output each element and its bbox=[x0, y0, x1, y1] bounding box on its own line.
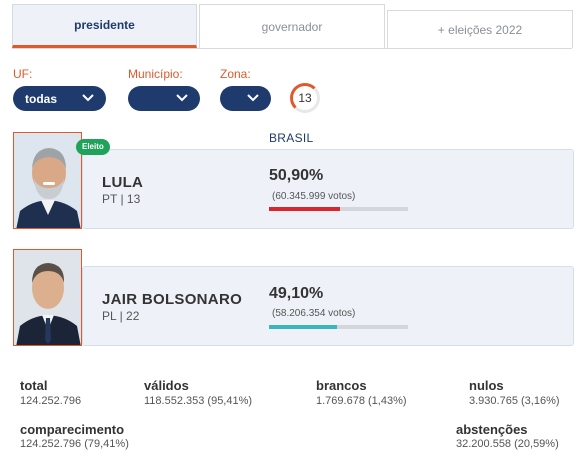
candidate-portrait-icon bbox=[14, 250, 81, 345]
countdown-value: 13 bbox=[298, 91, 312, 105]
tab-divider bbox=[12, 48, 572, 49]
stat-comparecimento-value: 124.252.796 (79,41%) bbox=[20, 438, 129, 450]
municipio-label: Município: bbox=[128, 67, 183, 81]
candidate-party-bolsonaro: PL | 22 bbox=[102, 309, 140, 323]
candidate-party-lula: PT | 13 bbox=[102, 192, 141, 206]
stat-brancos-label: brancos bbox=[316, 378, 367, 393]
tab-mais-eleicoes[interactable]: + eleições 2022 bbox=[387, 10, 573, 48]
stat-validos-value: 118.552.353 (95,41%) bbox=[144, 395, 253, 407]
vote-bar-track-bolsonaro bbox=[269, 325, 408, 329]
stat-validos-label: válidos bbox=[144, 378, 189, 393]
tab-presidente[interactable]: presidente bbox=[12, 4, 197, 48]
candidate-name-lula: LULA bbox=[102, 174, 144, 191]
candidate-portrait-icon bbox=[14, 133, 81, 228]
stat-nulos-label: nulos bbox=[469, 378, 504, 393]
candidate-card-lula bbox=[82, 149, 574, 229]
region-label: BRASIL bbox=[269, 131, 314, 145]
stat-abstencoes-value: 32.200.558 (20,59%) bbox=[456, 438, 559, 450]
candidate-photo-lula bbox=[13, 132, 82, 229]
stat-total-value: 124.252.796 bbox=[20, 395, 82, 407]
zona-select[interactable] bbox=[220, 86, 271, 111]
chevron-down-icon bbox=[82, 94, 94, 102]
candidate-votes-bolsonaro: (58.206.354 votos) bbox=[272, 308, 356, 319]
candidate-percent-bolsonaro: 49,10% bbox=[269, 285, 324, 302]
stat-nulos-value: 3.930.765 (3,16%) bbox=[469, 395, 560, 407]
candidate-photo-bolsonaro bbox=[13, 249, 82, 346]
chevron-down-icon bbox=[247, 94, 259, 102]
refresh-countdown: 13 bbox=[290, 83, 320, 113]
tab-governador[interactable]: governador bbox=[199, 4, 385, 48]
vote-bar-fill-bolsonaro bbox=[269, 325, 338, 329]
municipio-select[interactable] bbox=[128, 86, 200, 111]
uf-select[interactable]: todas bbox=[13, 86, 106, 111]
uf-label: UF: bbox=[13, 67, 33, 81]
candidate-name-bolsonaro: JAIR BOLSONARO bbox=[102, 291, 243, 308]
stat-comparecimento-label: comparecimento bbox=[20, 422, 125, 437]
stat-abstencoes-label: abstenções bbox=[456, 422, 528, 437]
chevron-down-icon bbox=[176, 94, 188, 102]
stat-brancos-value: 1.769.678 (1,43%) bbox=[316, 395, 407, 407]
candidate-votes-lula: (60.345.999 votos) bbox=[272, 191, 356, 202]
candidate-percent-lula: 50,90% bbox=[269, 167, 324, 184]
vote-bar-fill-lula bbox=[269, 207, 340, 211]
vote-bar-track-lula bbox=[269, 207, 408, 211]
elected-badge: Eleito bbox=[76, 139, 110, 155]
uf-select-value: todas bbox=[25, 91, 58, 106]
stat-total-label: total bbox=[20, 378, 48, 393]
zona-label: Zona: bbox=[220, 67, 251, 81]
